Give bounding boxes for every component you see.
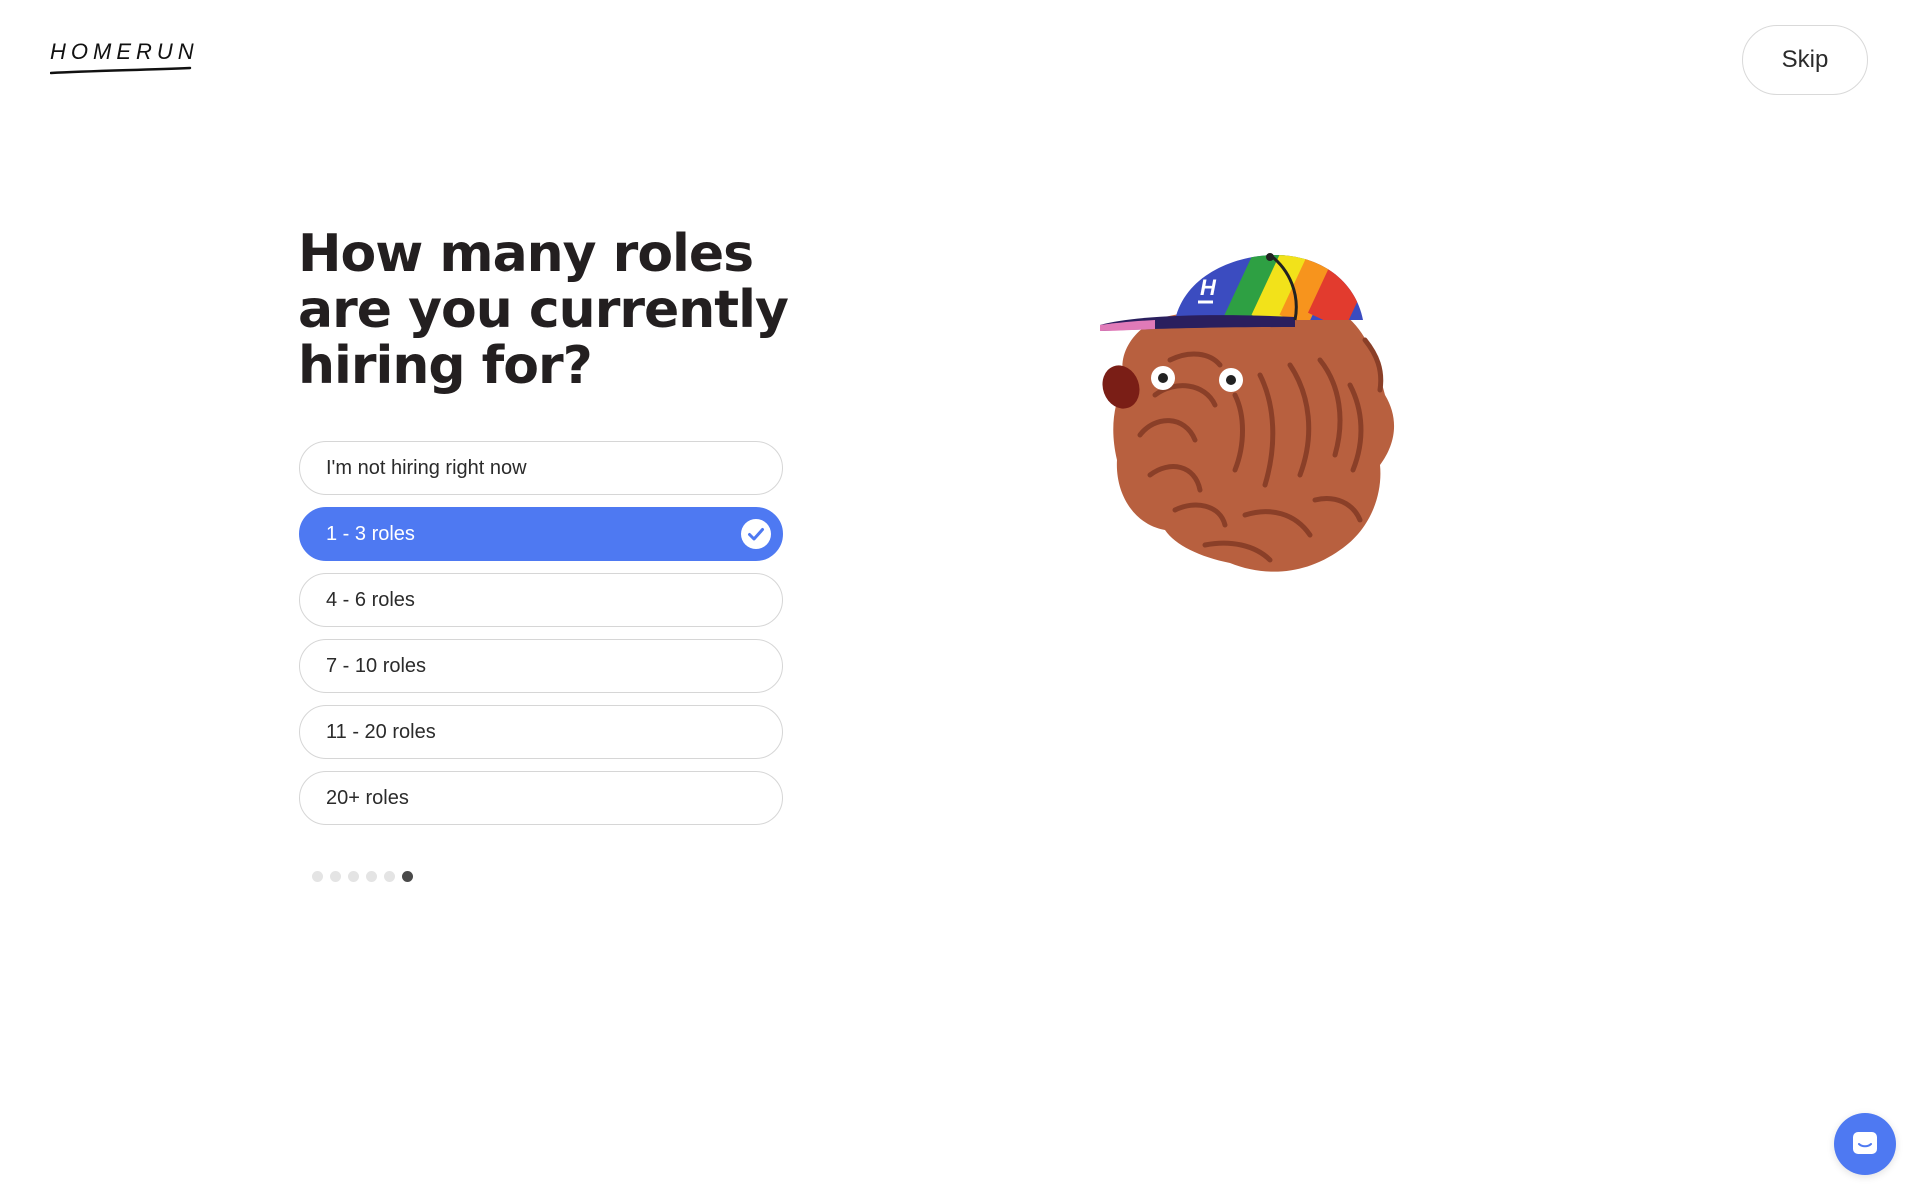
option-label: 11 - 20 roles [326,720,436,743]
homerun-logo[interactable]: HOMERUN [50,40,200,80]
onboarding-page: HOMERUN Skip How many roles are you curr… [0,0,1920,1200]
chat-bubble-icon [1853,1132,1877,1154]
progress-dots [312,871,413,882]
progress-dot [348,871,359,882]
option-1-3-roles[interactable]: 1 - 3 roles [299,507,783,561]
option-label: 7 - 10 roles [326,654,427,677]
option-4-6-roles[interactable]: 4 - 6 roles [299,573,783,627]
option-11-20-roles[interactable]: 11 - 20 roles [299,705,783,759]
progress-dot [366,871,377,882]
progress-dot [384,871,395,882]
progress-dot [330,871,341,882]
bulldog-illustration: H [1100,253,1395,572]
progress-dot-active [402,871,413,882]
option-not-hiring[interactable]: I'm not hiring right now [299,441,783,495]
svg-text:H: H [1200,275,1217,300]
option-7-10-roles[interactable]: 7 - 10 roles [299,639,783,693]
logo-text: HOMERUN [50,39,199,64]
role-count-options: I'm not hiring right now 1 - 3 roles 4 -… [299,441,783,837]
option-20-plus-roles[interactable]: 20+ roles [299,771,783,825]
progress-dot [312,871,323,882]
option-label: 20+ roles [326,786,409,809]
chat-launcher-button[interactable] [1834,1113,1896,1175]
skip-button[interactable]: Skip [1742,25,1868,95]
question-title: How many roles are you currently hiring … [298,224,789,396]
logo-underline-icon [50,66,192,75]
option-label: 1 - 3 roles [326,522,415,545]
option-label: I'm not hiring right now [326,456,527,479]
option-label: 4 - 6 roles [326,588,415,611]
check-circle-icon [741,519,771,549]
